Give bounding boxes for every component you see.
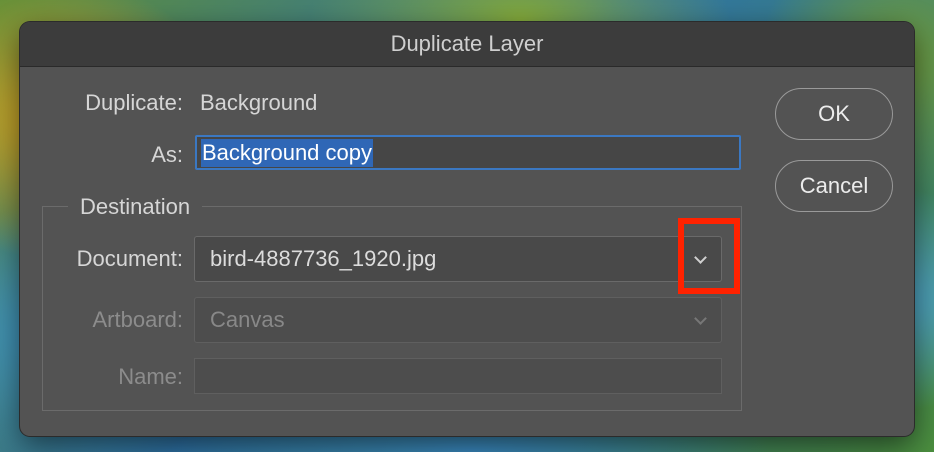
ok-button[interactable]: OK (775, 88, 893, 140)
document-select-value: bird-4887736_1920.jpg (210, 246, 437, 271)
duplicate-layer-dialog: Duplicate Layer Duplicate: Background As… (20, 22, 914, 436)
as-name-input[interactable]: Background copy (195, 135, 741, 170)
name-input[interactable] (194, 358, 722, 394)
chevron-down-icon (685, 305, 715, 335)
as-label: As: (151, 142, 183, 167)
duplicate-label: Duplicate: (85, 90, 183, 115)
dialog-title: Duplicate Layer (390, 31, 544, 56)
title-bar[interactable]: Duplicate Layer (20, 22, 914, 67)
document-label: Document: (76, 246, 183, 271)
artboard-select[interactable]: Canvas (194, 297, 722, 343)
destination-legend: Destination (68, 192, 203, 222)
duplicate-value: Background (200, 90, 318, 115)
artboard-select-value: Canvas (210, 307, 285, 332)
name-label: Name: (118, 364, 183, 389)
artboard-label: Artboard: (92, 307, 184, 332)
dropdown-highlight-box (678, 218, 740, 294)
as-name-value: Background copy (201, 138, 373, 167)
document-select[interactable]: bird-4887736_1920.jpg (194, 236, 722, 282)
cancel-button[interactable]: Cancel (775, 160, 893, 212)
